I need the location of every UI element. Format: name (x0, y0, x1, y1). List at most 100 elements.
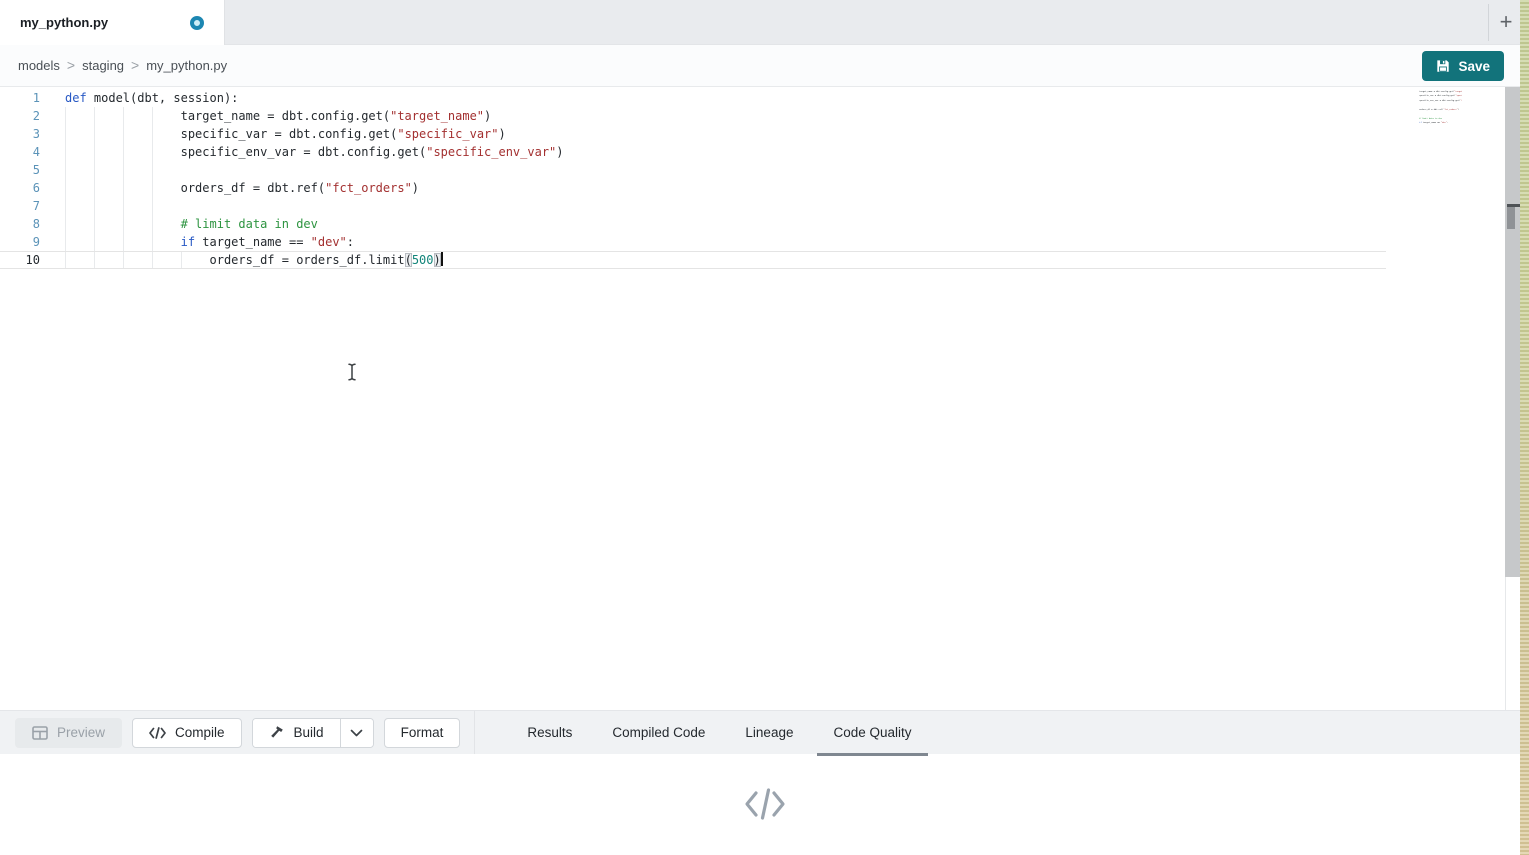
line-number: 3 (0, 125, 40, 143)
scrollbar-thumb[interactable] (1507, 207, 1515, 229)
tabbar-divider (1488, 4, 1489, 41)
build-options-dropdown[interactable] (340, 719, 373, 747)
indent-guide (94, 125, 95, 143)
code-line: orders_df = orders_df.limit(500) (1400, 126, 1462, 131)
code-editor[interactable]: 1def model(dbt, session):2target_name = … (0, 87, 1529, 710)
indent-guide (123, 252, 124, 268)
compile-button[interactable]: Compile (132, 718, 242, 748)
indent-guide (152, 161, 153, 179)
tab-my-python-py[interactable]: my_python.py (0, 0, 225, 45)
indent-guide (94, 143, 95, 161)
save-button-label: Save (1458, 59, 1490, 74)
code-line[interactable]: 5 (0, 161, 1386, 179)
table-icon (32, 726, 48, 740)
line-number: 8 (0, 215, 40, 233)
indent-guide (123, 179, 124, 197)
code-line[interactable]: 9if target_name == "dev": (0, 233, 1386, 251)
compile-button-label: Compile (175, 725, 225, 740)
breadcrumb-bar: models > staging > my_python.py Save (0, 45, 1529, 87)
indent-guide (123, 143, 124, 161)
tab-results[interactable]: Results (507, 711, 592, 755)
code-line[interactable]: 8# limit data in dev (0, 215, 1386, 233)
save-button[interactable]: Save (1422, 51, 1504, 81)
indent-guide (152, 197, 153, 215)
unsaved-changes-dot-icon (190, 16, 204, 30)
build-button-group: Build (252, 718, 374, 748)
editor-scrollbar[interactable] (1505, 87, 1521, 577)
indent-guide (65, 143, 66, 161)
editor-right-border (1505, 577, 1506, 710)
indent-guide (65, 107, 66, 125)
editor-tab-bar: my_python.py + (0, 0, 1529, 45)
tab-code-quality[interactable]: Code Quality (813, 711, 931, 755)
indent-guide (123, 125, 124, 143)
indent-guide (65, 161, 66, 179)
code-line[interactable]: 4specific_env_var = dbt.config.get("spec… (0, 143, 1386, 161)
hammer-icon (269, 725, 285, 740)
format-button[interactable]: Format (384, 718, 461, 748)
new-tab-button[interactable]: + (1492, 8, 1520, 36)
code-line[interactable]: 2target_name = dbt.config.get("target_na… (0, 107, 1386, 125)
action-toolbar: Preview Compile Build (0, 710, 1529, 754)
indent-guide (94, 252, 95, 268)
toolbar-divider (474, 711, 475, 754)
breadcrumb-file[interactable]: my_python.py (146, 58, 227, 73)
indent-guide (152, 252, 153, 268)
indent-guide (152, 215, 153, 233)
line-number: 7 (0, 197, 40, 215)
preview-button-label: Preview (57, 725, 105, 740)
code-quality-panel (0, 754, 1529, 854)
dbt-cloud-ide: my_python.py + models > staging > my_pyt… (0, 0, 1529, 855)
code-slash-icon (743, 787, 787, 821)
line-number: 4 (0, 143, 40, 161)
indent-guide (152, 179, 153, 197)
indent-guide (65, 215, 66, 233)
editor-minimap[interactable]: def model(dbt, session):target_name = db… (1400, 87, 1462, 130)
code-line[interactable]: 1def model(dbt, session): (0, 89, 1386, 107)
indent-guide (94, 161, 95, 179)
indent-guide (65, 125, 66, 143)
indent-guide (65, 233, 66, 251)
line-number: 2 (0, 107, 40, 125)
line-number: 9 (0, 233, 40, 251)
panel-tabs: Results Compiled Code Lineage Code Quali… (507, 711, 931, 755)
indent-guide (152, 143, 153, 161)
indent-guide (94, 179, 95, 197)
floppy-disk-icon (1436, 59, 1450, 73)
tab-label: my_python.py (20, 15, 108, 30)
indent-guide (65, 252, 66, 268)
code-lines: 1def model(dbt, session):2target_name = … (0, 87, 1386, 269)
text-ibeam-cursor-icon (346, 363, 358, 384)
indent-guide (123, 161, 124, 179)
indent-guide (65, 197, 66, 215)
indent-guide (94, 215, 95, 233)
tab-lineage[interactable]: Lineage (725, 711, 813, 755)
indent-guide (152, 233, 153, 251)
indent-guide (94, 107, 95, 125)
build-button-label: Build (294, 725, 324, 740)
code-icon (149, 727, 166, 739)
build-button[interactable]: Build (253, 719, 340, 747)
line-number: 10 (0, 252, 40, 268)
preview-button[interactable]: Preview (15, 718, 122, 748)
line-number: 5 (0, 161, 40, 179)
breadcrumb-staging[interactable]: staging (82, 58, 124, 73)
indent-guide (181, 252, 182, 268)
indent-guide (152, 125, 153, 143)
line-number: 6 (0, 179, 40, 197)
indent-guide (65, 179, 66, 197)
breadcrumb-models[interactable]: models (18, 58, 60, 73)
code-line[interactable]: 6orders_df = dbt.ref("fct_orders") (0, 179, 1386, 197)
code-line[interactable]: 7 (0, 197, 1386, 215)
desktop-background-strip (1520, 0, 1529, 855)
indent-guide (123, 197, 124, 215)
indent-guide (123, 233, 124, 251)
tab-compiled-code[interactable]: Compiled Code (592, 711, 725, 755)
format-button-label: Format (401, 725, 444, 740)
code-line[interactable]: 3specific_var = dbt.config.get("specific… (0, 125, 1386, 143)
indent-guide (94, 197, 95, 215)
line-number: 1 (0, 89, 40, 107)
breadcrumb-separator-icon: > (131, 57, 139, 73)
code-line[interactable]: 10orders_df = orders_df.limit(500) (0, 251, 1386, 269)
indent-guide (123, 215, 124, 233)
